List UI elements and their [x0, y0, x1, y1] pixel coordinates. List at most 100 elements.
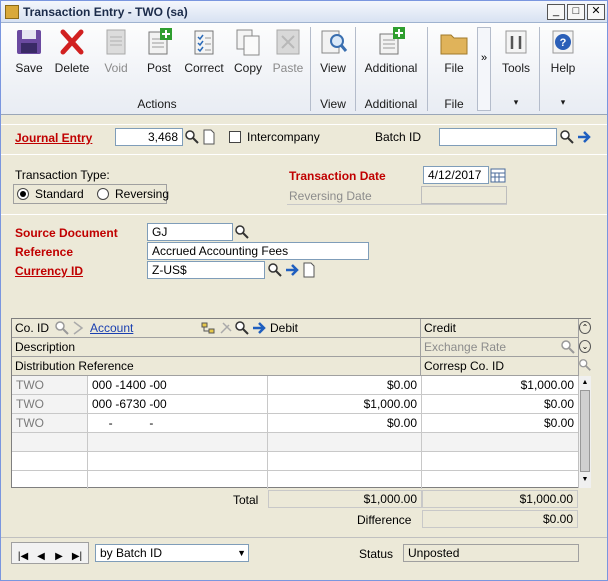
minimize-icon[interactable]: _ — [547, 4, 565, 20]
row-co-id[interactable]: TWO — [12, 376, 88, 394]
account-lookup-icon[interactable] — [234, 320, 250, 336]
footer-bar: |◀ ◀ ▶ ▶| by Batch ID ▼ Status Unposted — [1, 537, 607, 571]
table-row[interactable] — [12, 433, 578, 452]
file-button[interactable]: File — [433, 27, 475, 83]
currency-lookup-icon[interactable] — [267, 262, 283, 278]
tools-icon — [505, 30, 527, 54]
journal-entry-label[interactable]: Journal Entry — [15, 131, 92, 145]
table-row[interactable] — [12, 471, 578, 490]
help-button[interactable]: ? Help — [543, 27, 583, 83]
ribbon-overflow-button[interactable]: » — [477, 27, 491, 111]
group-label-file: File — [444, 97, 464, 111]
lookup-icon[interactable] — [184, 129, 200, 145]
view-button[interactable]: View — [314, 27, 352, 83]
row-credit[interactable]: $1,000.00 — [422, 376, 578, 394]
row-co-id[interactable]: TWO — [12, 395, 88, 413]
row-account[interactable]: 000 -6730 -00 — [88, 395, 268, 413]
transaction-entry-window: Transaction Entry - TWO (sa) _ □ ✕ Save … — [0, 0, 608, 581]
last-record-icon[interactable]: ▶| — [68, 549, 86, 565]
chevron-down-icon[interactable]: ▼ — [237, 546, 246, 560]
row-credit[interactable]: $0.00 — [422, 395, 578, 413]
row-debit[interactable]: $1,000.00 — [268, 395, 422, 413]
table-row[interactable] — [12, 452, 578, 471]
row-account[interactable]: 000 -1400 -00 — [88, 376, 268, 394]
currency-id-field[interactable]: Z-US$ — [147, 261, 265, 279]
batch-id-field[interactable] — [439, 128, 557, 146]
close-icon[interactable]: ✕ — [587, 4, 605, 20]
currency-id-label[interactable]: Currency ID — [15, 264, 83, 278]
account-tools-icon[interactable] — [218, 320, 234, 336]
standard-radio[interactable] — [17, 188, 29, 200]
group-label-actions: Actions — [137, 97, 177, 111]
source-document-field[interactable]: GJ — [147, 223, 233, 241]
scroll-thumb[interactable] — [580, 390, 590, 472]
first-record-icon[interactable]: |◀ — [14, 549, 32, 565]
corresp-lookup-icon[interactable] — [578, 358, 592, 372]
tools-dropdown-icon[interactable]: ▾ — [495, 97, 537, 108]
record-navigator: |◀ ◀ ▶ ▶| — [11, 542, 89, 564]
grid-scrollbar[interactable]: ▲ ▼ — [578, 376, 591, 488]
grid-header-row-3: Distribution Reference Corresp Co. ID — [12, 357, 578, 376]
batch-lookup-icon[interactable] — [559, 129, 575, 145]
exchange-rate-header: Exchange Rate — [424, 340, 507, 354]
row-debit[interactable]: $0.00 — [268, 376, 422, 394]
calendar-icon[interactable] — [490, 167, 506, 183]
co-expand-icon[interactable] — [70, 320, 86, 336]
save-button[interactable]: Save — [9, 27, 49, 83]
batch-go-arrow-icon[interactable] — [576, 129, 592, 145]
co-lookup-icon[interactable] — [54, 320, 70, 336]
group-label-additional: Additional — [364, 97, 418, 111]
table-row[interactable]: TWO 000 -6730 -00 $1,000.00 $0.00 — [12, 395, 578, 414]
transaction-date-field[interactable]: 4/12/2017 — [423, 166, 489, 184]
journal-entry-field[interactable]: 3,468 — [115, 128, 183, 146]
row-co-id[interactable]: TWO — [12, 414, 88, 432]
view-icon — [321, 30, 348, 54]
source-document-label: Source Document — [15, 226, 118, 240]
sort-order-select[interactable]: by Batch ID ▼ — [95, 544, 249, 562]
difference-field: $0.00 — [422, 510, 578, 528]
post-button[interactable]: Post — [139, 27, 179, 83]
delete-icon — [60, 29, 84, 55]
intercompany-checkbox[interactable] — [229, 131, 241, 143]
reversing-date-field — [421, 186, 507, 204]
exchange-rate-lookup-icon[interactable] — [560, 339, 576, 355]
maximize-icon[interactable]: □ — [567, 4, 585, 20]
void-button[interactable]: Void — [97, 27, 135, 83]
account-tree-icon[interactable] — [200, 320, 216, 336]
row-account[interactable]: - - — [88, 414, 268, 432]
tools-button[interactable]: Tools — [495, 27, 537, 83]
expand-rows-icon[interactable]: ⌄ — [579, 340, 591, 353]
delete-button[interactable]: Delete — [51, 27, 93, 83]
scroll-down-icon[interactable]: ▼ — [580, 474, 590, 486]
intercompany-label: Intercompany — [247, 130, 320, 144]
table-row[interactable]: TWO 000 -1400 -00 $0.00 $1,000.00 — [12, 376, 578, 395]
void-label: Void — [104, 61, 128, 75]
collapse-rows-icon[interactable]: ⌃ — [579, 321, 591, 334]
table-row[interactable]: TWO - - $0.00 $0.00 — [12, 414, 578, 433]
currency-go-arrow-icon[interactable] — [284, 262, 300, 278]
new-note-icon[interactable] — [201, 129, 217, 145]
copy-button[interactable]: Copy — [229, 27, 267, 83]
scroll-up-icon[interactable]: ▲ — [580, 377, 590, 389]
debit-header: Debit — [270, 321, 299, 335]
window-title: Transaction Entry - TWO (sa) — [23, 5, 188, 19]
correct-label: Correct — [184, 61, 224, 75]
help-dropdown-icon[interactable]: ▾ — [543, 97, 583, 108]
correct-button[interactable]: Correct — [181, 27, 227, 83]
reversing-radio[interactable] — [97, 188, 109, 200]
account-go-arrow-icon[interactable] — [251, 320, 267, 336]
previous-record-icon[interactable]: ◀ — [32, 549, 50, 565]
header-section: Journal Entry 3,468 Intercompany Batch I… — [1, 116, 607, 312]
source-lookup-icon[interactable] — [234, 224, 250, 240]
row-credit[interactable]: $0.00 — [422, 414, 578, 432]
reference-field[interactable]: Accrued Accounting Fees — [147, 242, 369, 260]
currency-note-icon[interactable] — [301, 262, 317, 278]
corresp-co-id-header: Corresp Co. ID — [424, 359, 505, 373]
account-header[interactable]: Account — [90, 321, 133, 335]
post-label: Post — [146, 61, 171, 75]
next-record-icon[interactable]: ▶ — [50, 549, 68, 565]
row-debit[interactable]: $0.00 — [268, 414, 422, 432]
additional-button[interactable]: Additional — [359, 27, 423, 83]
paste-button[interactable]: Paste — [269, 27, 307, 83]
sort-order-value: by Batch ID — [100, 546, 163, 560]
